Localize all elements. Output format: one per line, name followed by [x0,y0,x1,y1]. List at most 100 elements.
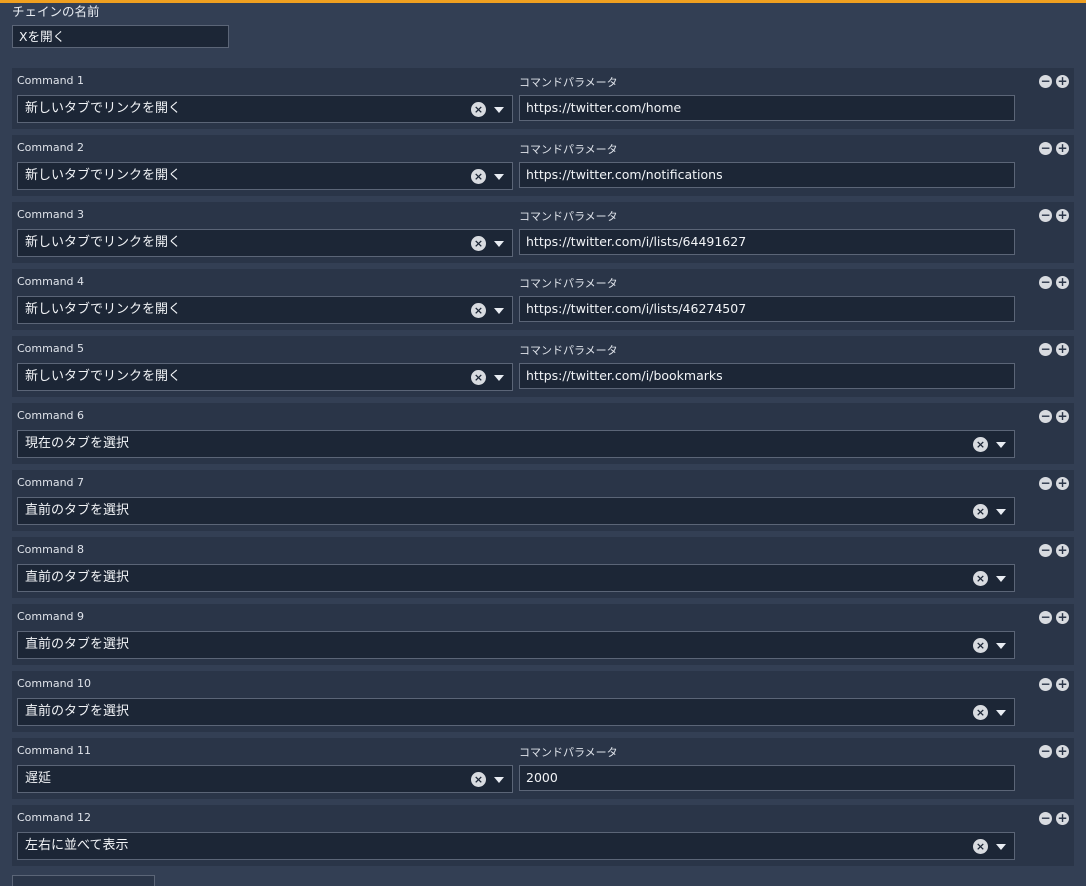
add-command-button[interactable] [12,875,155,886]
command-action-value: 直前のタブを選択 [25,637,130,652]
command-parameter-input[interactable]: https://twitter.com/i/bookmarks [519,363,1015,389]
remove-command-icon[interactable]: − [1039,209,1052,222]
command-label: Command 8 [17,543,85,556]
command-action-select[interactable]: 左右に並べて表示 × [17,832,1015,860]
clear-selection-icon[interactable]: × [471,303,486,318]
add-command-icon[interactable]: + [1056,410,1069,423]
command-action-select[interactable]: 直前のタブを選択 × [17,631,1015,659]
command-action-value: 新しいタブでリンクを開く [25,369,182,384]
add-command-icon[interactable]: + [1056,812,1069,825]
clear-selection-icon[interactable]: × [973,705,988,720]
command-parameter-input[interactable]: https://twitter.com/i/lists/64491627 [519,229,1015,255]
command-action-select[interactable]: 新しいタブでリンクを開く × [17,162,513,190]
command-label: Command 11 [17,744,92,757]
dropdown-caret-icon[interactable] [494,174,504,180]
dropdown-caret-icon[interactable] [494,777,504,783]
dropdown-caret-icon[interactable] [996,844,1006,850]
add-command-icon[interactable]: + [1056,745,1069,758]
command-label: Command 10 [17,677,92,690]
dropdown-caret-icon[interactable] [996,643,1006,649]
chain-name-input[interactable]: Xを開く [12,25,229,48]
command-row: Command 9 直前のタブを選択 × − + [12,604,1074,665]
clear-selection-icon[interactable]: × [973,839,988,854]
remove-command-icon[interactable]: − [1039,75,1052,88]
add-command-icon[interactable]: + [1056,544,1069,557]
clear-selection-icon[interactable]: × [471,772,486,787]
command-action-select[interactable]: 新しいタブでリンクを開く × [17,95,513,123]
command-action-select[interactable]: 直前のタブを選択 × [17,698,1015,726]
clear-selection-icon[interactable]: × [471,102,486,117]
command-label: Command 7 [17,476,85,489]
command-row: Command 7 直前のタブを選択 × − + [12,470,1074,531]
command-action-value: 新しいタブでリンクを開く [25,302,182,317]
remove-command-icon[interactable]: − [1039,812,1052,825]
clear-selection-icon[interactable]: × [973,437,988,452]
clear-selection-icon[interactable]: × [973,638,988,653]
add-command-icon[interactable]: + [1056,477,1069,490]
command-label: Command 6 [17,409,85,422]
command-label: Command 1 [17,74,85,87]
add-command-icon[interactable]: + [1056,678,1069,691]
dropdown-caret-icon[interactable] [494,107,504,113]
command-action-select[interactable]: 直前のタブを選択 × [17,564,1015,592]
command-row: Command 4 コマンドパラメータ新しいタブでリンクを開く × https://t… [12,269,1074,330]
command-parameter-input[interactable]: https://twitter.com/notifications [519,162,1015,188]
command-action-value: 新しいタブでリンクを開く [25,235,182,250]
command-parameter-input[interactable]: 2000 [519,765,1015,791]
add-command-icon[interactable]: + [1056,142,1069,155]
remove-command-icon[interactable]: − [1039,343,1052,356]
command-action-value: 新しいタブでリンクを開く [25,101,182,116]
remove-command-icon[interactable]: − [1039,477,1052,490]
command-action-value: 直前のタブを選択 [25,503,130,518]
command-parameter-label: コマンドパラメータ [519,210,618,223]
dropdown-caret-icon[interactable] [494,308,504,314]
command-action-select[interactable]: 現在のタブを選択 × [17,430,1015,458]
command-row: Command 12 左右に並べて表示 × − + [12,805,1074,866]
add-command-icon[interactable]: + [1056,75,1069,88]
dropdown-caret-icon[interactable] [494,241,504,247]
dropdown-caret-icon[interactable] [996,442,1006,448]
remove-command-icon[interactable]: − [1039,544,1052,557]
clear-selection-icon[interactable]: × [471,236,486,251]
command-label: Command 3 [17,208,85,221]
command-action-value: 直前のタブを選択 [25,704,130,719]
clear-selection-icon[interactable]: × [471,370,486,385]
remove-command-icon[interactable]: − [1039,276,1052,289]
add-command-icon[interactable]: + [1056,209,1069,222]
command-row: Command 2 コマンドパラメータ 新しいタブでリンクを開く × https://t… [12,135,1074,196]
command-label: Command 12 [17,811,92,824]
command-action-value: 左右に並べて表示 [25,838,129,853]
add-command-icon[interactable]: + [1056,276,1069,289]
command-label: Command 4 [17,275,85,288]
remove-command-icon[interactable]: − [1039,142,1052,155]
command-row: Command 5 コマンドパラメータ 新しいタブでリンクを開く × https://t… [12,336,1074,397]
remove-command-icon[interactable]: − [1039,410,1052,423]
command-label: Command 9 [17,610,85,623]
remove-command-icon[interactable]: − [1039,611,1052,624]
command-list: Command 1 コマンドパラメータ 新しいタブでリンクを開く × https://t… [12,68,1074,872]
add-command-icon[interactable]: + [1056,611,1069,624]
command-action-select[interactable]: 新しいタブでリンクを開く × [17,363,513,391]
remove-command-icon[interactable]: − [1039,745,1052,758]
clear-selection-icon[interactable]: × [973,504,988,519]
command-action-select[interactable]: 新しいタブでリンクを開く × [17,229,513,257]
dropdown-caret-icon[interactable] [996,710,1006,716]
clear-selection-icon[interactable]: × [973,571,988,586]
clear-selection-icon[interactable]: × [471,169,486,184]
command-parameter-label: コマンドパラメータ [519,76,618,89]
dropdown-caret-icon[interactable] [996,509,1006,515]
dropdown-caret-icon[interactable] [494,375,504,381]
command-parameter-label: コマンドパラメータ [519,143,618,156]
command-parameter-label: コマンドパラメータ [519,277,618,290]
command-parameter-input[interactable]: https://twitter.com/home [519,95,1015,121]
command-parameter-input[interactable]: https://twitter.com/i/lists/46274507 [519,296,1015,322]
command-action-select[interactable]: 新しいタブでリンクを開く × [17,296,513,324]
command-parameter-label: コマンドパラメータ [519,746,618,759]
add-command-icon[interactable]: + [1056,343,1069,356]
command-action-value: 直前のタブを選択 [25,570,130,585]
remove-command-icon[interactable]: − [1039,678,1052,691]
chain-name-label: チェインの名前 [12,4,100,19]
command-action-select[interactable]: 直前のタブを選択 × [17,497,1015,525]
command-action-select[interactable]: 遅延 × [17,765,513,793]
dropdown-caret-icon[interactable] [996,576,1006,582]
